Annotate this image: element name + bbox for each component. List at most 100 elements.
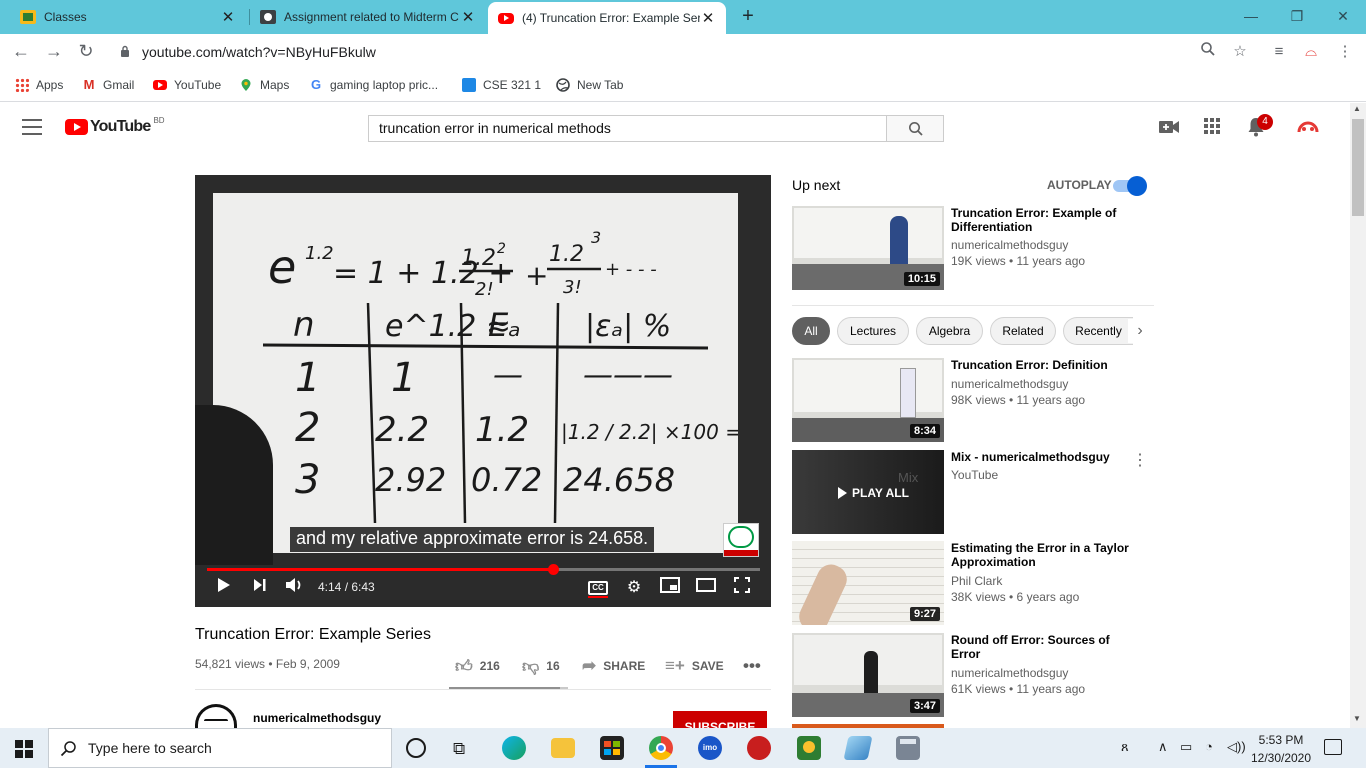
wifi-icon[interactable]: ◔ [1205, 739, 1213, 754]
bookmark-star-icon[interactable]: ☆ [1229, 41, 1251, 63]
file-explorer-icon[interactable] [551, 738, 575, 758]
reload-icon[interactable]: ↻ [72, 37, 100, 65]
more-vertical-icon[interactable]: ⋮ [1132, 450, 1148, 470]
bookmark-gaming-laptop[interactable]: G gaming laptop pric... [309, 76, 438, 94]
chips-next-chevron-icon[interactable]: › [1128, 319, 1152, 343]
play-all-overlay[interactable]: PLAY ALL [838, 486, 909, 500]
volume-icon[interactable] [283, 577, 307, 599]
settings-gear-icon[interactable]: ⚙ [622, 577, 646, 599]
tab-close-icon[interactable]: ✕ [460, 8, 476, 26]
video-thumbnail[interactable]: 3:47 [792, 633, 944, 717]
chrome-browser-icon[interactable] [649, 736, 673, 760]
calculator-app-icon[interactable] [896, 736, 920, 760]
recommended-video-card[interactable]: 8:34 Truncation Error: Definition numeri… [792, 358, 1152, 442]
video-channel[interactable]: numericalmethodsguy [951, 377, 1068, 391]
back-arrow-icon[interactable]: ← [7, 37, 35, 65]
miniplayer-icon[interactable] [658, 577, 682, 599]
chip-recently[interactable]: Recently [1063, 317, 1133, 345]
bookmark-youtube[interactable]: YouTube [153, 76, 221, 94]
youtube-search-button[interactable] [886, 115, 944, 142]
video-thumbnail[interactable]: 8:34 [792, 358, 944, 442]
chip-all[interactable]: All [792, 317, 830, 345]
video-channel[interactable]: numericalmethodsguy [951, 666, 1068, 680]
recommended-video-card[interactable]: 3:47 Round off Error: Sources of Error n… [792, 633, 1152, 717]
paint-app-icon[interactable] [843, 736, 873, 760]
chip-lectures[interactable]: Lectures [837, 317, 909, 345]
zoom-icon[interactable] [1197, 41, 1219, 63]
forward-arrow-icon[interactable]: → [40, 37, 68, 65]
fullscreen-icon[interactable] [730, 577, 754, 599]
mix-thumbnail[interactable]: Mix PLAY ALL [792, 450, 944, 534]
hamburger-menu-icon[interactable] [22, 119, 42, 135]
clock-time[interactable]: 5:53 PM [1250, 733, 1312, 747]
chip-algebra[interactable]: Algebra [916, 317, 983, 345]
bookmark-new-tab[interactable]: New Tab [556, 76, 623, 94]
mix-playlist-card[interactable]: Mix PLAY ALL Mix - numericalmethodsguy Y… [792, 450, 1152, 534]
dislike-button[interactable]: 👎︎ 16 [522, 656, 560, 676]
autoplay-toggle-knob[interactable] [1127, 176, 1147, 196]
microsoft-store-icon[interactable] [600, 736, 624, 760]
url-text[interactable]: youtube.com/watch?v=NByHuFBkulw [142, 44, 376, 60]
apps-grid-icon[interactable] [1200, 117, 1224, 139]
close-window-button[interactable]: ✕ [1320, 5, 1366, 27]
more-actions-button[interactable]: ••• [743, 656, 768, 676]
windows-start-icon[interactable] [15, 740, 33, 758]
subscribe-button[interactable]: SUBSCRIBE [673, 711, 767, 728]
battery-icon[interactable]: ▭ [1180, 739, 1192, 755]
page-scrollbar-thumb[interactable] [1352, 119, 1364, 216]
cortana-icon[interactable] [406, 738, 426, 758]
youtube-search-input[interactable]: truncation error in numerical methods [368, 115, 887, 142]
tab-youtube-video[interactable]: (4) Truncation Error: Example Seri ✕ [488, 2, 726, 34]
progress-scrubber-handle[interactable] [548, 564, 559, 575]
tab-assignment[interactable]: Assignment related to Midterm C ✕ [250, 0, 486, 34]
minimize-button[interactable]: — [1228, 5, 1274, 27]
video-channel[interactable]: numericalmethodsguy [951, 238, 1068, 252]
channel-watermark-icon[interactable] [723, 523, 759, 557]
video-title[interactable]: Truncation Error: Example of Differentia… [951, 206, 1141, 234]
antivirus-app-icon[interactable] [747, 736, 771, 760]
play-button[interactable] [212, 577, 236, 599]
restore-button[interactable]: ❐ [1274, 5, 1320, 27]
bookmark-cse321[interactable]: CSE 321 1 [462, 76, 541, 94]
recommended-video-card[interactable]: 9:27 Estimating the Error in a Taylor Ap… [792, 541, 1152, 625]
video-channel[interactable]: Phil Clark [951, 574, 1002, 588]
share-button[interactable]: ➦ SHARE [582, 656, 645, 676]
bookmark-apps[interactable]: Apps [15, 76, 63, 94]
lock-icon[interactable] [120, 45, 130, 57]
chip-related[interactable]: Related [990, 317, 1056, 345]
save-button[interactable]: ≡+ SAVE [665, 656, 724, 676]
like-button[interactable]: 👍︎ 216 [455, 656, 500, 676]
clock-date[interactable]: 12/30/2020 [1250, 751, 1312, 765]
youtube-logo[interactable]: YouTube BD [65, 116, 165, 136]
scroll-down-arrow-icon[interactable]: ▼ [1353, 714, 1361, 723]
upnext-video-card[interactable]: 10:15 Truncation Error: Example of Diffe… [792, 206, 1152, 290]
tab-close-icon[interactable]: ✕ [220, 8, 236, 26]
tray-overflow-chevron-icon[interactable]: ∧ [1158, 739, 1168, 755]
next-video-button[interactable] [248, 577, 272, 599]
action-center-icon[interactable] [1324, 739, 1342, 755]
video-title[interactable]: Mix - numericalmethodsguy [951, 450, 1141, 464]
video-title[interactable]: Truncation Error: Definition [951, 358, 1141, 372]
video-thumbnail[interactable]: 9:27 [792, 541, 944, 625]
account-avatar-icon[interactable] [1296, 117, 1320, 139]
video-title[interactable]: Round off Error: Sources of Error [951, 633, 1141, 661]
media-queue-icon[interactable]: ≡ [1268, 41, 1290, 63]
task-view-icon[interactable]: ⧉ [453, 739, 465, 759]
channel-name[interactable]: numericalmethodsguy [253, 711, 381, 725]
imo-app-icon[interactable]: imo [698, 736, 722, 760]
edge-browser-icon[interactable] [502, 736, 526, 760]
tab-close-icon[interactable]: ✕ [700, 9, 716, 27]
classroom-app-icon[interactable] [797, 736, 821, 760]
tab-classes[interactable]: Classes ✕ [10, 0, 246, 34]
captions-button[interactable]: CC [588, 581, 608, 595]
bookmark-maps[interactable]: Maps [239, 76, 289, 94]
video-thumbnail[interactable]: 10:15 [792, 206, 944, 290]
new-tab-button[interactable]: + [736, 4, 760, 28]
speaker-icon[interactable]: ◁)) [1227, 739, 1246, 755]
scroll-up-arrow-icon[interactable]: ▲ [1353, 104, 1361, 113]
theater-mode-icon[interactable] [694, 577, 718, 599]
browser-menu-icon[interactable]: ⋮ [1334, 41, 1356, 63]
video-title[interactable]: Estimating the Error in a Taylor Approxi… [951, 541, 1141, 569]
people-icon[interactable]: ጸ [1121, 739, 1129, 755]
bookmark-gmail[interactable]: M Gmail [82, 76, 135, 94]
